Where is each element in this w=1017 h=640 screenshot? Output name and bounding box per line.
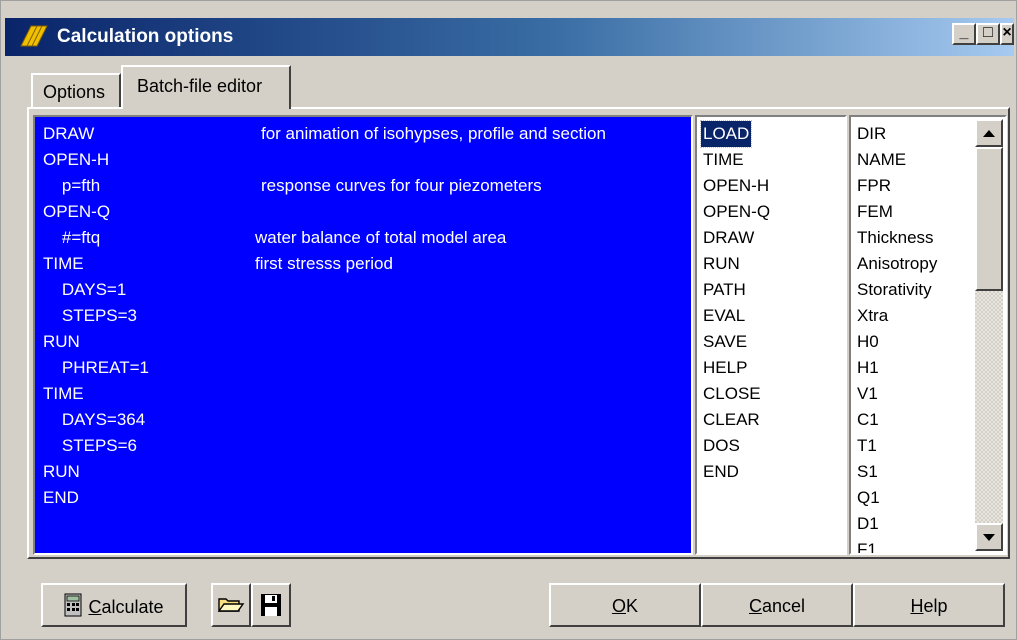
tab-options[interactable]: Options [31,73,121,107]
title-bar[interactable]: Calculation options _ □ × [5,18,1014,56]
cancel-accelerator: C [748,596,762,616]
editor-comment: water balance of total model area [255,228,507,247]
calculator-icon [64,593,82,617]
editor-comment: for animation of isohypses, profile and … [261,124,606,143]
editor-line: TIME [43,254,84,273]
command-item[interactable]: EVAL [703,303,745,329]
help-label: elp [923,596,948,616]
editor-line: OPEN-Q [43,202,111,221]
parameter-item[interactable]: Q1 [857,485,880,511]
parameter-item[interactable]: Storativity [857,277,932,303]
parameter-scrollbar[interactable] [975,119,1003,551]
save-file-button[interactable] [251,583,291,627]
command-item[interactable]: PATH [703,277,746,303]
editor-line: DAYS=1 [43,280,127,299]
parameter-item[interactable]: Xtra [857,303,888,329]
parameter-item[interactable]: T1 [857,433,877,459]
help-button[interactable]: Help [853,583,1005,627]
editor-line: STEPS=6 [43,436,138,455]
calculation-options-window: Calculation options _ □ × Options Batch-… [0,0,1017,640]
floppy-disk-icon [261,594,281,616]
parameter-item[interactable]: F1 [857,537,877,553]
command-item[interactable]: DOS [703,433,740,459]
minimize-icon: _ [959,24,969,41]
tab-batch-file-editor-label: Batch-file editor [137,76,263,96]
calculate-button[interactable]: Calculate [41,583,187,627]
cancel-label: ancel [761,596,806,616]
command-item[interactable]: CLEAR [703,407,760,433]
command-item[interactable]: HELP [703,355,747,381]
editor-line: TIME [43,384,84,403]
parameter-item[interactable]: FEM [857,199,893,225]
parameter-item[interactable]: H1 [857,355,879,381]
cancel-button[interactable]: Cancel [701,583,853,627]
parameter-item[interactable]: NAME [857,147,906,173]
editor-line: PHREAT=1 [43,358,149,377]
editor-line: RUN [43,332,80,351]
scroll-thumb[interactable] [975,147,1003,291]
close-icon: × [1002,24,1012,41]
editor-line: DRAW [43,124,95,143]
scroll-up-button[interactable] [975,119,1003,147]
parameter-item[interactable]: S1 [857,459,878,485]
yellow-wedge-icon [20,25,48,47]
command-list[interactable]: LOAD TIME OPEN-H OPEN-Q DRAW RUN PATH EV… [695,115,847,555]
ok-accelerator: O [611,596,626,616]
parameter-item[interactable]: V1 [857,381,878,407]
parameter-list[interactable]: DIR NAME FPR FEM Thickness Anisotropy St… [849,115,1007,555]
scroll-down-button[interactable] [975,523,1003,551]
close-button[interactable]: × [1000,23,1014,45]
ok-label: K [626,596,639,616]
parameter-item[interactable]: Anisotropy [857,251,937,277]
command-item[interactable]: OPEN-H [703,173,769,199]
editor-comment: first stresss period [255,254,393,273]
maximize-button[interactable]: □ [976,23,1000,45]
arrow-up-icon [983,130,995,137]
parameter-item[interactable]: H0 [857,329,879,355]
command-item[interactable]: END [703,459,739,485]
editor-line: END [43,488,79,507]
open-file-button[interactable] [211,583,251,627]
command-item-selected[interactable]: LOAD [699,120,753,148]
editor-line: #=ftq [43,228,101,247]
editor-line: RUN [43,462,80,481]
help-accelerator: H [910,596,924,616]
command-item[interactable]: DRAW [703,225,754,251]
calculate-accelerator: C [88,597,102,617]
command-item[interactable]: RUN [703,251,740,277]
parameter-item[interactable]: FPR [857,173,891,199]
open-folder-icon [217,598,245,612]
editor-comment: response curves for four piezometers [261,176,542,195]
command-item[interactable]: TIME [703,147,744,173]
editor-line: p=fth [43,176,101,195]
editor-line: DAYS=364 [43,410,146,429]
minimize-button[interactable]: _ [952,23,976,45]
calculate-label: alculate [101,597,164,617]
ok-button[interactable]: OK [549,583,701,627]
editor-line: STEPS=3 [43,306,138,325]
command-item[interactable]: SAVE [703,329,747,355]
arrow-down-icon [983,534,995,541]
editor-line: OPEN-H [43,150,110,169]
parameter-item[interactable]: DIR [857,121,886,147]
parameter-item[interactable]: C1 [857,407,879,433]
tab-batch-file-editor[interactable]: Batch-file editor [121,65,291,109]
parameter-item[interactable]: Thickness [857,225,934,251]
parameter-item[interactable]: D1 [857,511,879,537]
command-item[interactable]: OPEN-Q [703,199,770,225]
window-title: Calculation options [57,26,234,47]
maximize-icon: □ [983,24,993,41]
tab-options-label: Options [43,82,106,102]
batch-file-editor[interactable]: DRAW OPEN-H p=fth OPEN-Q #=ftq TIME DAYS… [33,115,693,555]
command-item[interactable]: CLOSE [703,381,761,407]
